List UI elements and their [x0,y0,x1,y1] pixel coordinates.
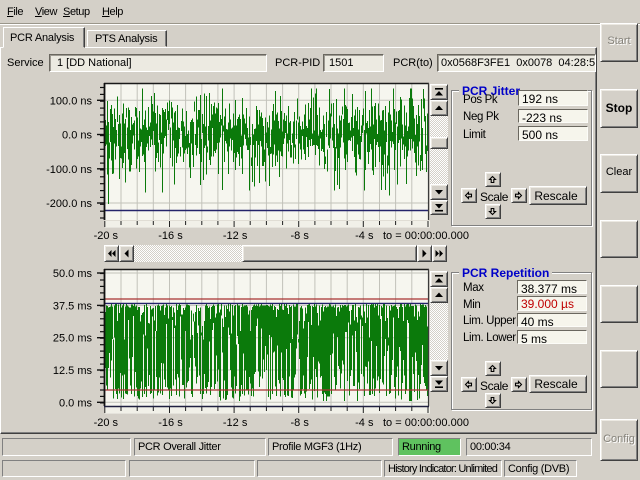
svg-text:to = 00:00:00.000: to = 00:00:00.000 [383,230,469,242]
svg-text:12.5 ms: 12.5 ms [53,365,93,377]
svg-text:-8 s: -8 s [291,230,310,242]
svg-text:25.0 ms: 25.0 ms [53,333,93,345]
svg-text:-4 s: -4 s [355,230,374,242]
svg-text:-20 s: -20 s [94,230,119,242]
svg-text:-16 s: -16 s [158,417,183,429]
svg-text:-8 s: -8 s [291,417,310,429]
svg-text:-20 s: -20 s [94,417,119,429]
svg-text:-200.0 ns: -200.0 ns [46,198,92,210]
svg-text:37.5 ms: 37.5 ms [53,300,93,312]
svg-text:0.0 ms: 0.0 ms [59,397,93,409]
svg-text:-100.0 ns: -100.0 ns [46,164,92,176]
svg-text:0.0 ns: 0.0 ns [62,130,92,142]
svg-text:-4 s: -4 s [355,417,374,429]
svg-text:100.0 ns: 100.0 ns [50,95,93,107]
svg-text:50.0 ms: 50.0 ms [53,268,93,280]
svg-text:-16 s: -16 s [158,230,183,242]
svg-text:-12 s: -12 s [223,417,248,429]
svg-text:-12 s: -12 s [223,230,248,242]
svg-text:to = 00:00:00.000: to = 00:00:00.000 [383,417,469,429]
